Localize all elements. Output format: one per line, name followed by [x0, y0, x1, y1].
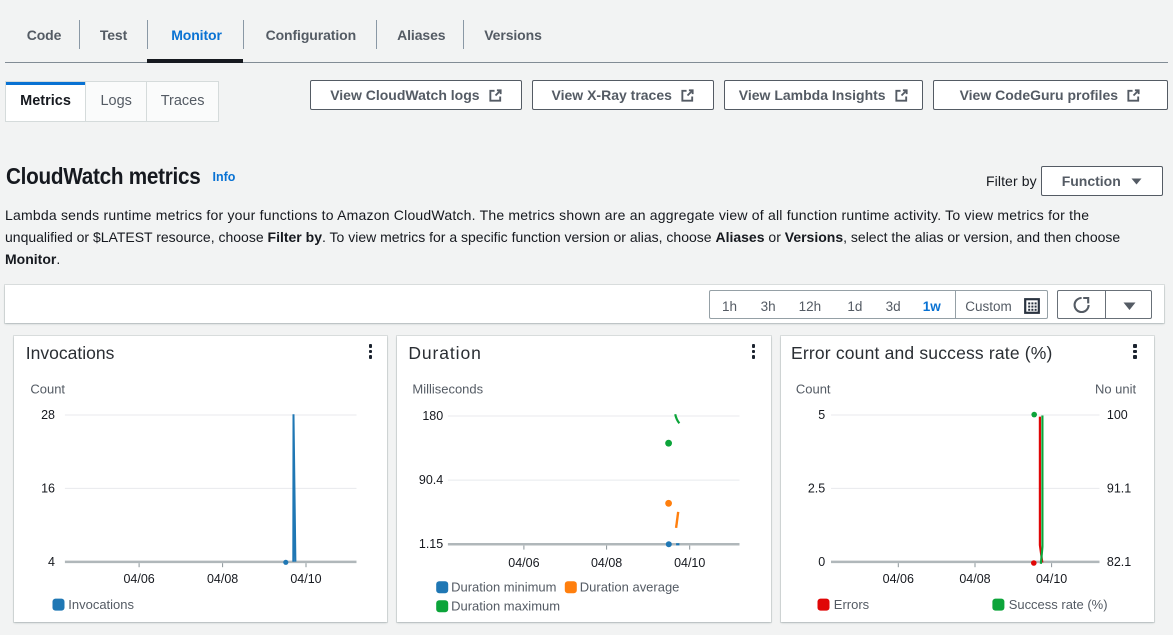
svg-text:90.4: 90.4	[419, 473, 443, 487]
svg-text:5: 5	[819, 407, 826, 421]
svg-text:Errors: Errors	[834, 597, 870, 612]
svg-text:04/06: 04/06	[883, 572, 914, 586]
svg-text:04/10: 04/10	[674, 555, 705, 569]
svg-text:Success rate (%): Success rate (%)	[1009, 597, 1108, 612]
svg-text:28: 28	[41, 407, 55, 421]
svg-text:1.15: 1.15	[419, 537, 443, 551]
svg-text:Duration maximum: Duration maximum	[451, 598, 560, 613]
svg-text:04/08: 04/08	[591, 555, 622, 569]
svg-text:82.1: 82.1	[1107, 554, 1131, 568]
svg-text:16: 16	[41, 481, 55, 495]
svg-text:04/08: 04/08	[960, 572, 991, 586]
svg-text:04/10: 04/10	[291, 572, 322, 586]
svg-text:91.1: 91.1	[1107, 481, 1131, 495]
svg-text:04/10: 04/10	[1036, 572, 1067, 586]
svg-text:04/08: 04/08	[207, 572, 238, 586]
svg-text:180: 180	[423, 408, 444, 422]
svg-text:04/06: 04/06	[124, 572, 155, 586]
svg-text:Milliseconds: Milliseconds	[413, 381, 484, 396]
svg-text:Duration minimum: Duration minimum	[451, 579, 556, 594]
svg-text:100: 100	[1107, 407, 1128, 421]
svg-text:04/06: 04/06	[509, 555, 540, 569]
svg-text:0: 0	[819, 554, 826, 568]
svg-text:Invocations: Invocations	[69, 597, 135, 612]
svg-text:Duration average: Duration average	[580, 579, 680, 594]
svg-text:Count: Count	[31, 381, 66, 396]
svg-text:4: 4	[48, 554, 55, 568]
svg-text:No unit: No unit	[1095, 381, 1137, 396]
svg-text:2.5: 2.5	[808, 481, 825, 495]
svg-text:Count: Count	[796, 381, 831, 396]
